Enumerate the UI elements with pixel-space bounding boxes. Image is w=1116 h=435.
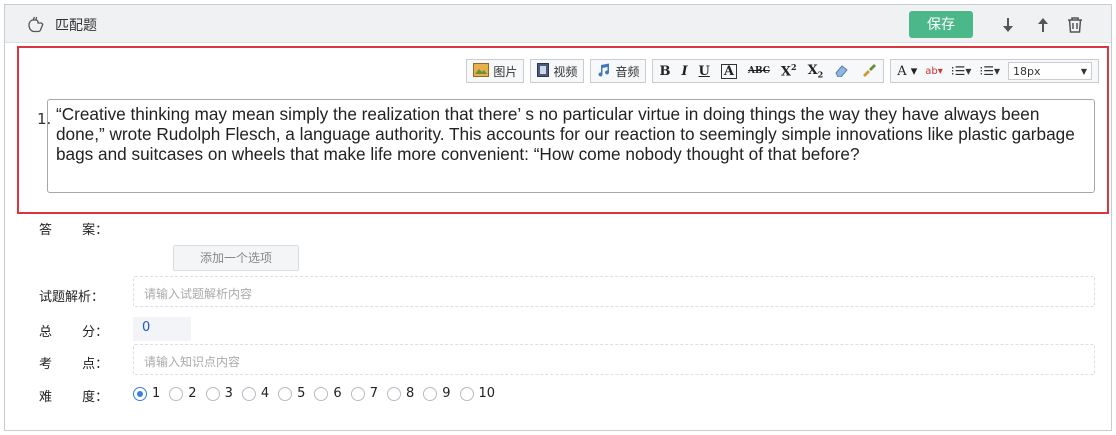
- score-label: 总 分：: [39, 325, 109, 340]
- strikethrough-icon[interactable]: ABC: [748, 66, 770, 76]
- radio-icon[interactable]: [386, 386, 401, 401]
- italic-icon[interactable]: I: [681, 64, 687, 79]
- add-option-button[interactable]: 添加一个选项: [173, 245, 299, 271]
- video-group: 视频: [530, 59, 585, 83]
- hand-icon: [25, 14, 45, 34]
- radio-icon[interactable]: [278, 386, 293, 401]
- unordered-list-icon[interactable]: ⁝☰▾: [979, 64, 1000, 78]
- difficulty-radio-group: 1 2 3 4 5 6 7 8 9 10: [133, 386, 499, 401]
- film-icon: [537, 62, 550, 80]
- difficulty-option[interactable]: 2: [169, 386, 197, 401]
- difficulty-option[interactable]: 6: [314, 386, 342, 401]
- image-icon: [473, 62, 490, 80]
- difficulty-option-label: 6: [333, 386, 342, 401]
- media-group: 图片: [466, 59, 525, 83]
- highlight-icon[interactable]: ab▾: [925, 66, 943, 77]
- difficulty-option-label: 8: [405, 386, 415, 401]
- answer-label: 答 案：: [39, 223, 109, 238]
- format-group: B I U A ABC X2 X2: [652, 59, 885, 83]
- trash-icon[interactable]: [1064, 14, 1086, 36]
- bold-icon[interactable]: B: [659, 64, 670, 79]
- radio-icon[interactable]: [169, 386, 184, 401]
- analysis-label: 试题解析：: [39, 290, 105, 305]
- move-down-icon[interactable]: [997, 14, 1019, 36]
- move-up-icon[interactable]: [1032, 14, 1054, 36]
- radio-icon[interactable]: [205, 386, 220, 401]
- difficulty-option-label: 1: [152, 386, 161, 401]
- difficulty-option[interactable]: 8: [386, 386, 415, 401]
- difficulty-option-label: 10: [478, 386, 496, 401]
- underline-icon[interactable]: U: [699, 64, 710, 79]
- analysis-input[interactable]: 请输入试题解析内容: [133, 276, 1095, 307]
- border-text-icon[interactable]: A: [720, 63, 737, 79]
- radio-icon[interactable]: [350, 386, 365, 401]
- difficulty-option[interactable]: 1: [133, 386, 160, 401]
- radio-icon[interactable]: [314, 386, 329, 401]
- difficulty-option[interactable]: 4: [241, 386, 270, 401]
- eraser-icon[interactable]: [834, 63, 850, 80]
- superscript-icon[interactable]: X2: [781, 62, 797, 79]
- subscript-icon[interactable]: X2: [808, 63, 824, 80]
- editor-toolbar: 图片 视频 音频 B I U A ABC X2 X2 A ▾ ab▾ ⁝☰▾ ⁝…: [466, 58, 1099, 84]
- difficulty-option-label: 4: [260, 386, 270, 401]
- insert-image-label: 图片: [493, 64, 518, 79]
- difficulty-option[interactable]: 3: [205, 386, 233, 401]
- ordered-list-icon[interactable]: ⁝☰▾: [951, 64, 972, 78]
- card-header: 匹配题 保存: [5, 5, 1111, 43]
- font-size-value: 18px: [1013, 64, 1041, 78]
- difficulty-option[interactable]: 9: [423, 386, 451, 401]
- difficulty-option-label: 5: [297, 386, 306, 401]
- difficulty-option-label: 7: [369, 386, 378, 401]
- audio-group: 音频: [590, 59, 647, 83]
- chevron-down-icon: ▼: [1080, 66, 1087, 76]
- insert-video-button[interactable]: 视频: [537, 62, 578, 80]
- radio-icon[interactable]: [241, 386, 256, 401]
- format-brush-icon[interactable]: [861, 63, 877, 80]
- style-group: A ▾ ab▾ ⁝☰▾ ⁝☰▾ 18px ▼: [890, 59, 1099, 83]
- music-note-icon: [597, 63, 611, 80]
- question-editor: 图片 视频 音频 B I U A ABC X2 X2 A ▾ ab▾ ⁝☰▾ ⁝…: [17, 46, 1109, 214]
- difficulty-option-label: 9: [442, 386, 451, 401]
- difficulty-label: 难 度：: [39, 390, 109, 405]
- radio-icon[interactable]: [133, 386, 147, 401]
- question-card: 匹配题 保存 图片 视频 音频 B I U A ABC X2 X2 A ▾ ab…: [4, 4, 1112, 431]
- difficulty-option[interactable]: 7: [350, 386, 378, 401]
- insert-video-label: 视频: [553, 64, 578, 79]
- font-size-select[interactable]: 18px ▼: [1008, 62, 1092, 80]
- insert-audio-label: 音频: [615, 64, 640, 79]
- radio-icon[interactable]: [459, 386, 474, 401]
- insert-audio-button[interactable]: 音频: [597, 63, 639, 80]
- knowledge-input[interactable]: 请输入知识点内容: [133, 344, 1095, 375]
- knowledge-label: 考 点：: [39, 357, 109, 372]
- difficulty-option-label: 3: [224, 386, 233, 401]
- score-input[interactable]: 0: [133, 317, 191, 341]
- insert-image-button[interactable]: 图片: [473, 62, 518, 80]
- font-color-icon[interactable]: A ▾: [897, 64, 917, 79]
- difficulty-option-label: 2: [188, 386, 197, 401]
- question-type-title: 匹配题: [55, 18, 97, 34]
- save-button[interactable]: 保存: [909, 11, 973, 38]
- question-text-input[interactable]: “Creative thinking may mean simply the r…: [47, 99, 1095, 193]
- difficulty-option[interactable]: 10: [459, 386, 496, 401]
- radio-icon[interactable]: [423, 386, 438, 401]
- difficulty-option[interactable]: 5: [278, 386, 305, 401]
